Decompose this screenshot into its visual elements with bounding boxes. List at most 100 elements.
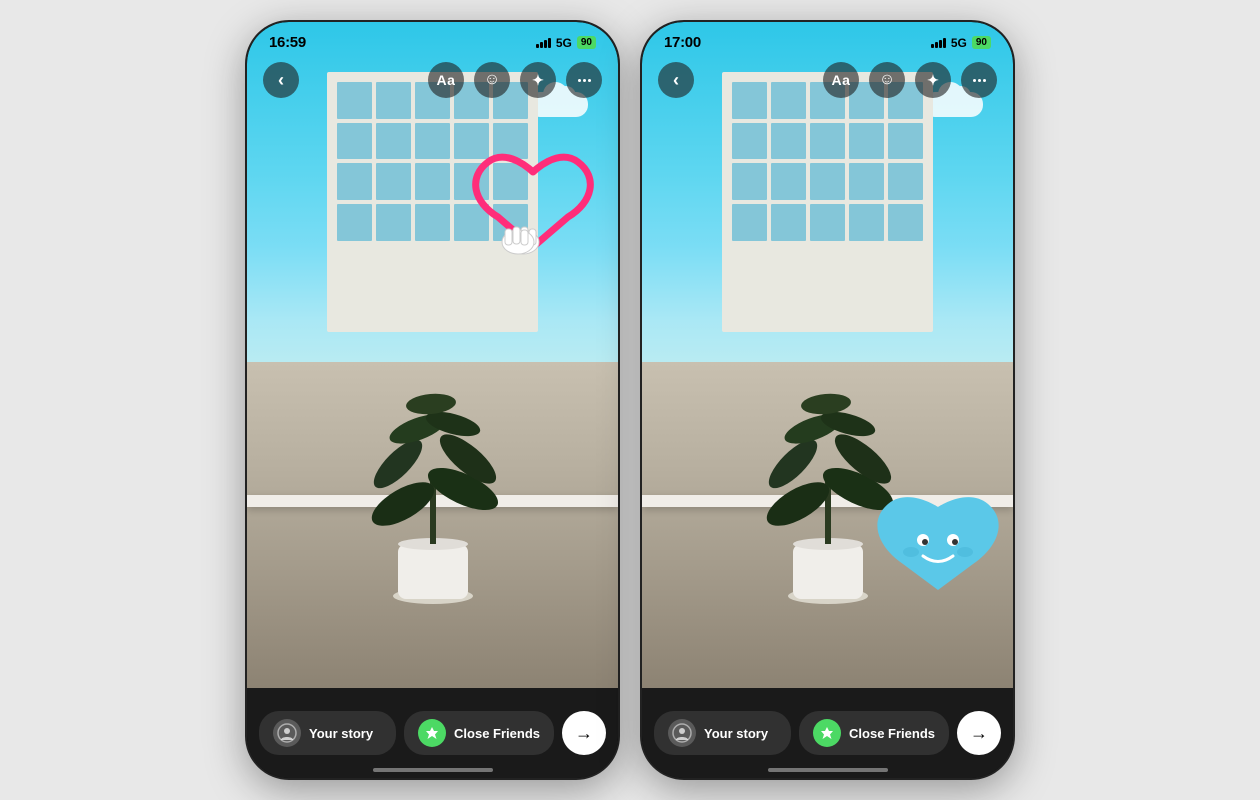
window bbox=[337, 204, 372, 241]
phone-2-screen: 17:00 5G 90 ‹ bbox=[642, 22, 1013, 778]
dot bbox=[588, 79, 591, 82]
close-friends-option-2[interactable]: Close Friends bbox=[799, 711, 949, 755]
dot bbox=[973, 79, 976, 82]
dots-icon-1 bbox=[578, 79, 591, 82]
send-arrow-1: → bbox=[575, 723, 593, 744]
close-friends-label-2: Close Friends bbox=[849, 726, 935, 741]
send-arrow-2: → bbox=[970, 723, 988, 744]
text-tool-1[interactable]: Aa bbox=[428, 62, 464, 98]
close-friends-icon-2 bbox=[813, 719, 841, 747]
window bbox=[376, 204, 411, 241]
window bbox=[849, 123, 884, 160]
signal-bar bbox=[548, 38, 551, 48]
toolbar-right-2: Aa ☺ ✦ bbox=[823, 62, 997, 98]
send-button-1[interactable]: → bbox=[562, 711, 606, 755]
signal-bars-2 bbox=[931, 37, 946, 48]
bottom-bar-2: Your story Close Friends → bbox=[642, 688, 1013, 778]
your-story-icon-1 bbox=[273, 719, 301, 747]
window bbox=[732, 163, 767, 200]
your-story-label-2: Your story bbox=[704, 726, 768, 741]
dots-icon-2 bbox=[973, 79, 986, 82]
back-button-2[interactable]: ‹ bbox=[658, 62, 694, 98]
page-container: 16:59 5G 90 ‹ bbox=[0, 0, 1260, 800]
more-button-2[interactable] bbox=[961, 62, 997, 98]
send-button-2[interactable]: → bbox=[957, 711, 1001, 755]
close-friends-option-1[interactable]: Close Friends bbox=[404, 711, 554, 755]
dot bbox=[578, 79, 581, 82]
bottom-bar-1: Your story Close Friends → bbox=[247, 688, 618, 778]
window bbox=[810, 204, 845, 241]
window bbox=[415, 204, 450, 241]
signal-bar bbox=[540, 42, 543, 48]
phone-1-story bbox=[247, 22, 618, 702]
signal-bar bbox=[943, 38, 946, 48]
more-button-1[interactable] bbox=[566, 62, 602, 98]
phone-2-frame: 17:00 5G 90 ‹ bbox=[640, 20, 1015, 780]
dot bbox=[583, 79, 586, 82]
close-friends-label-1: Close Friends bbox=[454, 726, 540, 741]
plant-svg bbox=[343, 344, 523, 614]
sparkle-icon-2: ✦ bbox=[927, 72, 939, 89]
dot bbox=[978, 79, 981, 82]
phone-1-screen: 16:59 5G 90 ‹ bbox=[247, 22, 618, 778]
window bbox=[415, 123, 450, 160]
phone-1-frame: 16:59 5G 90 ‹ bbox=[245, 20, 620, 780]
status-time-1: 16:59 bbox=[269, 34, 306, 51]
close-friends-icon-1 bbox=[418, 719, 446, 747]
battery-badge-1: 90 bbox=[577, 36, 596, 49]
phone-2-story bbox=[642, 22, 1013, 702]
home-indicator-1 bbox=[373, 768, 493, 772]
sparkle-icon-1: ✦ bbox=[532, 72, 544, 89]
phone-1: 16:59 5G 90 ‹ bbox=[245, 20, 620, 780]
sticker-icon-2: ☺ bbox=[879, 71, 895, 89]
signal-bar bbox=[536, 44, 539, 48]
window bbox=[810, 163, 845, 200]
window bbox=[771, 204, 806, 241]
status-bar-2: 17:00 5G 90 bbox=[642, 22, 1013, 57]
window bbox=[771, 123, 806, 160]
text-tool-2[interactable]: Aa bbox=[823, 62, 859, 98]
window bbox=[810, 123, 845, 160]
network-type-1: 5G bbox=[556, 36, 572, 50]
your-story-icon-2 bbox=[668, 719, 696, 747]
aa-label-1: Aa bbox=[437, 72, 456, 88]
window bbox=[849, 163, 884, 200]
window bbox=[888, 163, 923, 200]
back-button-1[interactable]: ‹ bbox=[263, 62, 299, 98]
toolbar-1: ‹ Aa ☺ ✦ bbox=[247, 62, 618, 98]
window bbox=[732, 204, 767, 241]
your-story-option-2[interactable]: Your story bbox=[654, 711, 791, 755]
your-story-option-1[interactable]: Your story bbox=[259, 711, 396, 755]
status-time-2: 17:00 bbox=[664, 34, 701, 51]
network-type-2: 5G bbox=[951, 36, 967, 50]
signal-bar bbox=[939, 40, 942, 48]
heart-sticker bbox=[468, 127, 598, 267]
your-story-label-1: Your story bbox=[309, 726, 373, 741]
building-windows-2 bbox=[732, 82, 923, 322]
window bbox=[376, 123, 411, 160]
window bbox=[888, 204, 923, 241]
battery-badge-2: 90 bbox=[972, 36, 991, 49]
aa-label-2: Aa bbox=[832, 72, 851, 88]
sticker-tool-1[interactable]: ☺ bbox=[474, 62, 510, 98]
status-icons-2: 5G 90 bbox=[931, 36, 991, 50]
window bbox=[376, 163, 411, 200]
sticker-tool-2[interactable]: ☺ bbox=[869, 62, 905, 98]
effects-tool-2[interactable]: ✦ bbox=[915, 62, 951, 98]
window bbox=[337, 163, 372, 200]
window bbox=[888, 123, 923, 160]
window bbox=[732, 123, 767, 160]
signal-bars-1 bbox=[536, 37, 551, 48]
signal-bar bbox=[935, 42, 938, 48]
dot bbox=[983, 79, 986, 82]
signal-bar bbox=[931, 44, 934, 48]
status-icons-1: 5G 90 bbox=[536, 36, 596, 50]
signal-bar bbox=[544, 40, 547, 48]
home-indicator-2 bbox=[768, 768, 888, 772]
phone-2: 17:00 5G 90 ‹ bbox=[640, 20, 1015, 780]
window bbox=[415, 163, 450, 200]
effects-tool-1[interactable]: ✦ bbox=[520, 62, 556, 98]
blue-heart-sticker bbox=[873, 482, 1003, 602]
toolbar-2: ‹ Aa ☺ ✦ bbox=[642, 62, 1013, 98]
toolbar-right-1: Aa ☺ ✦ bbox=[428, 62, 602, 98]
